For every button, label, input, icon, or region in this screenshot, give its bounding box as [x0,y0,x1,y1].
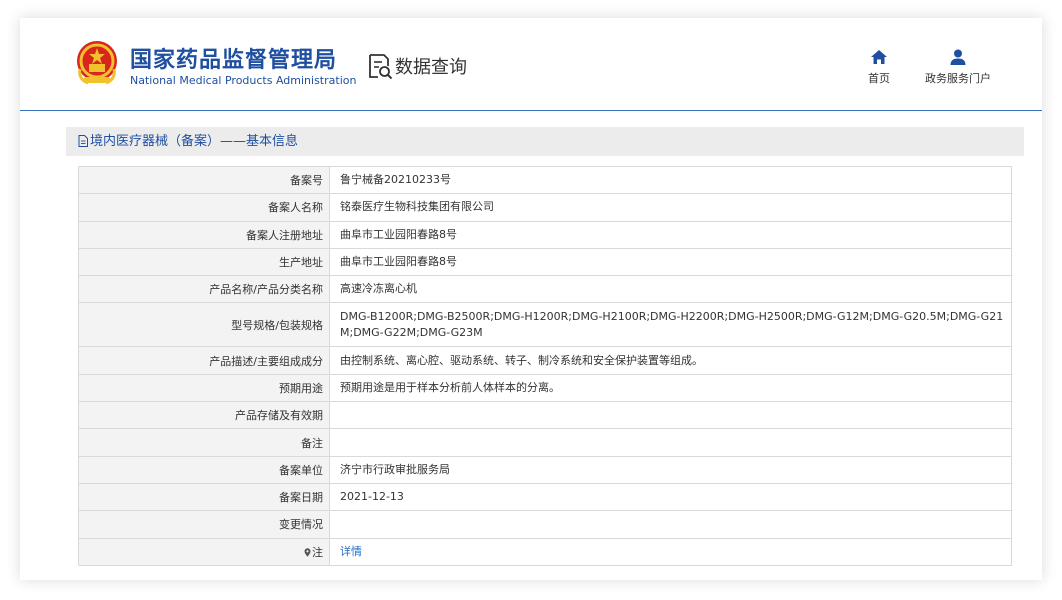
panel-title-text: 境内医疗器械（备案）——基本信息 [90,134,299,149]
site-header: 国家药品监督管理局 National Medical Products Admi… [20,18,1042,111]
field-label: 备案人名称 [78,193,330,222]
nav-government-portal[interactable]: 政务服务门户 [918,48,998,86]
page: 国家药品监督管理局 National Medical Products Admi… [20,18,1042,580]
panel-title: 境内医疗器械（备案）——基本信息 [66,127,1024,156]
field-label: 生产地址 [78,247,330,277]
nav-home-label: 首页 [868,72,890,85]
table-row: 备案日期 2021-12-13 [78,482,1012,512]
field-label: 变更情况 [78,510,330,539]
field-label: 产品名称/产品分类名称 [78,275,330,304]
field-value: 曲阜市工业园阳春路8号 [329,220,1012,249]
location-pin-icon [304,548,311,557]
table-row: 生产地址 曲阜市工业园阳春路8号 [78,247,1012,277]
note-label-cell: 注 [78,537,330,566]
table-row: 型号规格/包装规格 DMG-B1200R;DMG-B2500R;DMG-H120… [78,302,1012,348]
table-row: 备注 [78,428,1012,457]
site-subtitle: National Medical Products Administration [130,74,357,87]
table-row: 备案单位 济宁市行政审批服务局 [78,455,1012,484]
table-row: 预期用途 预期用途是用于样本分析前人体样本的分离。 [78,373,1012,403]
field-label: 备案单位 [78,455,330,484]
field-value: DMG-B1200R;DMG-B2500R;DMG-H1200R;DMG-H21… [329,302,1012,348]
user-icon [950,49,966,65]
nav-portal-label: 政务服务门户 [925,72,991,85]
field-value [329,401,1012,430]
info-table: 备案号 鲁宁械备20210233号 备案人名称 铭泰医疗生物科技集团有限公司 备… [78,165,1012,566]
field-value [329,510,1012,539]
table-row: 备案号 鲁宁械备20210233号 [78,165,1012,195]
field-label: 备注 [78,428,330,457]
details-link[interactable]: 详情 [340,545,362,558]
table-row: 注 详情 [78,537,1012,566]
data-query-label: 数据查询 [395,57,467,78]
site-title: 国家药品监督管理局 [130,48,338,73]
field-value [329,428,1012,457]
field-value: 预期用途是用于样本分析前人体样本的分离。 [329,373,1012,403]
field-label: 产品存储及有效期 [78,401,330,430]
panel-body: 备案号 鲁宁械备20210233号 备案人名称 铭泰医疗生物科技集团有限公司 备… [66,156,1024,580]
table-row: 备案人名称 铭泰医疗生物科技集团有限公司 [78,193,1012,222]
national-emblem-icon [77,41,117,85]
home-icon [871,50,887,64]
field-label: 备案号 [78,165,330,195]
field-value: 由控制系统、离心腔、驱动系统、转子、制冷系统和安全保护装置等组成。 [329,346,1012,375]
field-label: 预期用途 [78,373,330,403]
field-label: 型号规格/包装规格 [78,302,330,348]
field-value: 高速冷冻离心机 [329,275,1012,304]
table-row: 备案人注册地址 曲阜市工业园阳春路8号 [78,220,1012,249]
data-query-icon [369,54,393,80]
table-row: 变更情况 [78,510,1012,539]
table-row: 产品名称/产品分类名称 高速冷冻离心机 [78,275,1012,304]
field-value: 铭泰医疗生物科技集团有限公司 [329,193,1012,222]
field-value-cell: 详情 [329,537,1012,566]
field-label: 注 [312,545,323,559]
field-label: 备案日期 [78,482,330,512]
nav-home[interactable]: 首页 [860,48,898,86]
field-label: 产品描述/主要组成成分 [78,346,330,375]
field-label: 备案人注册地址 [78,220,330,249]
field-value: 鲁宁械备20210233号 [329,165,1012,195]
document-icon [78,135,88,147]
info-panel: 境内医疗器械（备案）——基本信息 备案号 鲁宁械备20210233号 备案人名称… [66,127,1024,580]
field-value: 曲阜市工业园阳春路8号 [329,247,1012,277]
table-row: 产品存储及有效期 [78,401,1012,430]
table-row: 产品描述/主要组成成分 由控制系统、离心腔、驱动系统、转子、制冷系统和安全保护装… [78,346,1012,375]
field-value: 2021-12-13 [329,482,1012,512]
field-value: 济宁市行政审批服务局 [329,455,1012,484]
